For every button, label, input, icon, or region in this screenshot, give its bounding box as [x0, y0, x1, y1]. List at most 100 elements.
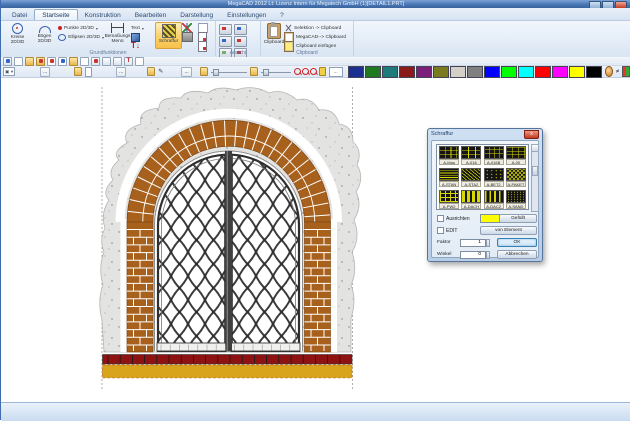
- tab-einstellungen[interactable]: Einstellungen: [220, 10, 273, 20]
- tab-darstellung[interactable]: Darstellung: [173, 10, 220, 20]
- winkel-input[interactable]: [460, 251, 486, 259]
- color-hatch-button[interactable]: [182, 24, 198, 32]
- lock-icon[interactable]: [319, 67, 326, 76]
- pattern-item[interactable]: A-016B: [483, 146, 505, 168]
- pattern-item[interactable]: A-016: [460, 146, 482, 168]
- color-swatch[interactable]: [569, 66, 585, 78]
- pattern-swatch[interactable]: [484, 168, 504, 181]
- faktor-input[interactable]: [460, 239, 486, 247]
- view-fit-button[interactable]: [234, 24, 247, 35]
- tab-konstruktion[interactable]: Konstruktion: [78, 10, 128, 20]
- pattern-swatch[interactable]: [461, 146, 481, 159]
- pattern-swatch[interactable]: [506, 168, 526, 181]
- pen-folder-icon[interactable]: [147, 67, 155, 76]
- layer-dropdown[interactable]: ▣▾: [3, 67, 15, 76]
- tab-startseite[interactable]: Startseite: [34, 9, 77, 20]
- sheet2-button[interactable]: [198, 42, 211, 50]
- pattern-swatch[interactable]: [439, 190, 459, 203]
- pattern-item[interactable]: A-DACH: [460, 190, 482, 212]
- pattern-item[interactable]: A-DAC2: [483, 190, 505, 212]
- clipboard-button[interactable]: Clipboard: [264, 22, 284, 50]
- pattern-swatch[interactable]: [484, 146, 504, 159]
- undo-icon[interactable]: [102, 57, 111, 66]
- solid-fill-button[interactable]: [182, 33, 198, 41]
- color-swatch[interactable]: [365, 66, 381, 78]
- text-style-button[interactable]: [131, 33, 155, 41]
- view-zoom-button[interactable]: [219, 36, 232, 47]
- bemassung-button[interactable]: Bemaßungs Menü: [104, 22, 131, 50]
- pattern-scrollbar[interactable]: [531, 144, 539, 212]
- ellipsen-button[interactable]: Ellipsen 2D/3D ▾: [58, 33, 104, 41]
- winkel-spinner[interactable]: [486, 251, 490, 259]
- pattern-swatch[interactable]: [484, 190, 504, 203]
- color-picker-icon[interactable]: [605, 66, 613, 77]
- linetype-more-button[interactable]: ...: [40, 67, 50, 77]
- abbrechen-button[interactable]: Abbrechen: [497, 250, 537, 259]
- zoom-out-icon[interactable]: [302, 68, 307, 76]
- pattern-item[interactable]: A-PAKET: [505, 168, 527, 190]
- ok-button[interactable]: OK: [497, 238, 537, 247]
- view-prev-button[interactable]: [234, 36, 247, 47]
- schraffur-dialog[interactable]: Schraffur x A-Mau A-016 A-016B A-00 A-ST…: [427, 128, 543, 262]
- pattern-item[interactable]: A-SAND: [505, 190, 527, 212]
- clipboard-einfuegen-button[interactable]: Clipboard einfügen: [284, 42, 346, 50]
- document-icon[interactable]: [14, 57, 23, 66]
- tab-bearbeiten[interactable]: Bearbeiten: [128, 10, 173, 20]
- tab-help[interactable]: ?: [273, 10, 291, 20]
- color-swatch[interactable]: [484, 66, 500, 78]
- titlebar[interactable]: MegaCAD 2012 Lt: Lizenz Intern für Megat…: [1, 0, 630, 8]
- color-swatch[interactable]: [382, 66, 398, 78]
- kreise-button[interactable]: Kreise 2D/3D: [4, 22, 31, 50]
- text-tool-icon[interactable]: T: [124, 57, 133, 66]
- color-swatch[interactable]: [518, 66, 534, 78]
- pattern-chooser-icon[interactable]: [622, 66, 630, 77]
- punkte-button[interactable]: Punkte 2D/3D ▾: [58, 24, 104, 32]
- pattern-item[interactable]: A-STA2: [460, 168, 482, 190]
- color-swatch[interactable]: [552, 66, 568, 78]
- scale-slider[interactable]: [261, 68, 291, 76]
- layer-folder-icon[interactable]: [74, 67, 82, 76]
- color-swatch[interactable]: [467, 66, 483, 78]
- dialog-close-icon[interactable]: x: [524, 130, 539, 139]
- text-edit-button[interactable]: T↓: [131, 42, 155, 50]
- current-value-field[interactable]: ...: [329, 67, 343, 77]
- new-file-icon[interactable]: [3, 57, 12, 66]
- pattern-swatch[interactable]: [461, 190, 481, 203]
- import-icon[interactable]: [69, 57, 78, 66]
- schraffur-button[interactable]: Schraffur: [155, 22, 182, 49]
- color-swatch[interactable]: [450, 66, 466, 78]
- pattern-swatch[interactable]: [439, 146, 459, 159]
- fill-color-swatch[interactable]: [480, 214, 500, 223]
- pen-icon[interactable]: ✎: [158, 68, 163, 76]
- pattern-swatch[interactable]: [506, 190, 526, 203]
- view-window-button[interactable]: [219, 24, 232, 35]
- text-button[interactable]: Text ▾: [131, 24, 155, 32]
- color-swatch[interactable]: [535, 66, 551, 78]
- color-swatch[interactable]: [416, 66, 432, 78]
- plot-icon[interactable]: [91, 57, 100, 66]
- open-recent-icon[interactable]: [36, 57, 45, 66]
- ausrichten-checkbox[interactable]: [437, 215, 444, 222]
- boegen-button[interactable]: Bögen 2D/3D: [31, 22, 58, 50]
- tab-datei[interactable]: Datei: [5, 10, 34, 20]
- pen-more-button[interactable]: ...: [116, 67, 126, 77]
- attributes-icon[interactable]: ≠: [616, 67, 619, 77]
- open-icon[interactable]: [25, 57, 34, 66]
- save-icon[interactable]: [47, 57, 56, 66]
- pattern-swatch[interactable]: [461, 168, 481, 181]
- von-element-button[interactable]: von Element: [480, 226, 537, 235]
- color-swatch[interactable]: [433, 66, 449, 78]
- width-folder-icon[interactable]: [200, 67, 208, 76]
- redo-icon[interactable]: [113, 57, 122, 66]
- pattern-swatch[interactable]: [439, 168, 459, 181]
- preview-icon[interactable]: [135, 57, 144, 66]
- pattern-item[interactable]: A-00: [505, 146, 527, 168]
- pattern-item[interactable]: A-PW2: [438, 190, 460, 212]
- pattern-item[interactable]: A-BET2: [483, 168, 505, 190]
- color-swatch[interactable]: [586, 66, 602, 78]
- scroll-thumb[interactable]: [532, 166, 538, 176]
- pattern-item[interactable]: A-Mau: [438, 146, 460, 168]
- color-swatch[interactable]: [399, 66, 415, 78]
- zoom-in-icon[interactable]: [294, 68, 299, 76]
- layer-box-icon[interactable]: [85, 67, 92, 77]
